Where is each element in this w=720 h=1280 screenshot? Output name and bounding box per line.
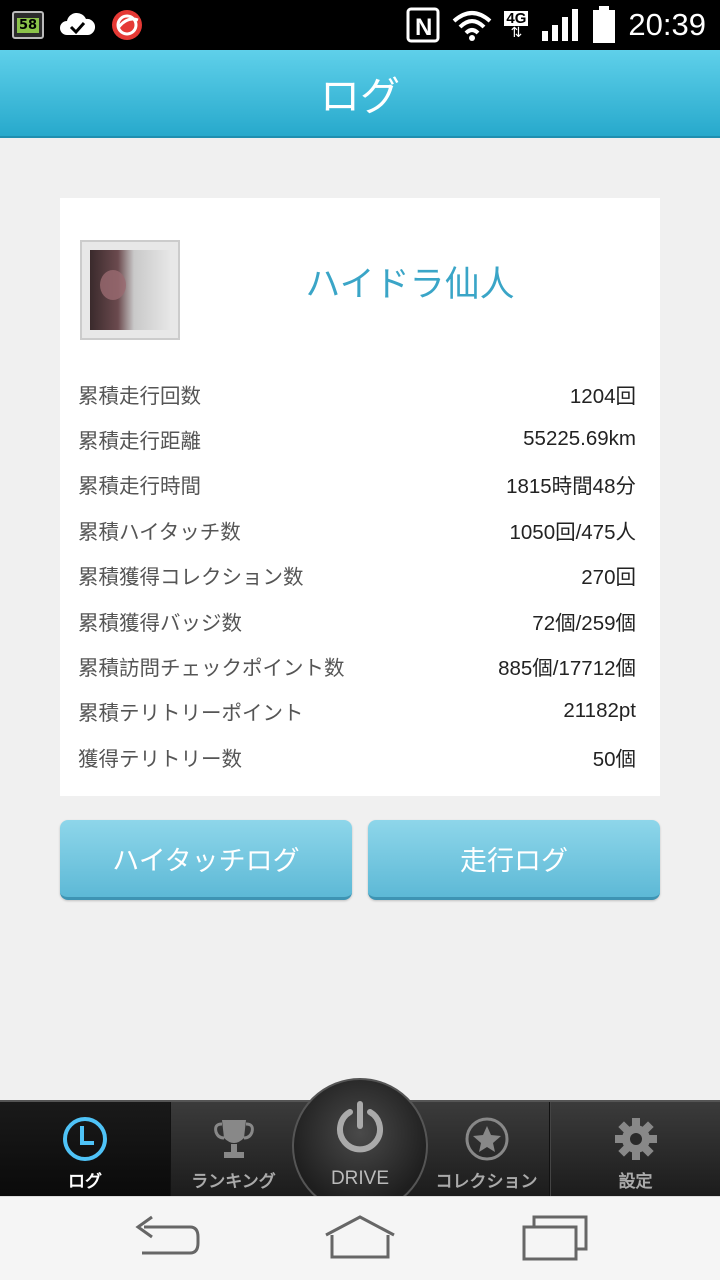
battery-icon <box>593 6 616 43</box>
tab-ranking-label: ランキング <box>191 1172 276 1192</box>
4g-icon: 4G ⇅ <box>504 9 529 41</box>
avatar-image <box>90 250 170 330</box>
stat-row: 累積走行回数 1204回 <box>78 371 636 416</box>
hitouch-log-button[interactable]: ハイタッチログ <box>60 820 352 900</box>
stat-label: 累積テリトリーポイント <box>78 701 304 726</box>
stat-row: 累積訪問チェックポイント数 885個/17712個 <box>78 643 636 688</box>
tab-collection-label: コレクション <box>435 1172 538 1192</box>
tab-log-label: ログ <box>68 1172 102 1192</box>
stat-label: 累積獲得バッジ数 <box>78 610 242 635</box>
app-header: ログ <box>0 50 720 138</box>
drive-button[interactable]: DRIVE <box>292 1078 428 1214</box>
signal-icon <box>542 9 579 41</box>
clock-icon <box>63 1117 107 1161</box>
clock: 20:39 <box>628 7 706 42</box>
cloud-check-icon <box>60 12 96 35</box>
drive-log-button[interactable]: 走行ログ <box>368 820 660 900</box>
stat-value: 1050回/475人 <box>509 520 636 544</box>
stat-label: 累積訪問チェックポイント数 <box>78 656 345 681</box>
recent-apps-icon[interactable] <box>520 1213 590 1263</box>
stat-label: 累積ハイタッチ数 <box>78 519 241 544</box>
tab-settings-label: 設定 <box>618 1172 653 1192</box>
stat-row: 累積ハイタッチ数 1050回/475人 <box>78 507 636 552</box>
stat-value: 1204回 <box>569 384 636 408</box>
gear-icon <box>614 1118 657 1160</box>
nfc-icon: N <box>406 7 440 43</box>
stats-list: 累積走行回数 1204回 累積走行距離 55225.69km 累積走行時間 1815時… <box>78 371 636 780</box>
stat-value: 270回 <box>581 566 636 590</box>
power-icon <box>337 1101 383 1153</box>
tab-collection[interactable]: コレクション <box>424 1102 550 1198</box>
trophy-icon <box>213 1120 254 1158</box>
stat-row: 累積獲得コレクション数 270回 <box>78 553 636 598</box>
trend-micro-icon <box>112 10 142 40</box>
stat-label: 累積走行回数 <box>78 383 201 408</box>
stats-card: ハイドラ仙人 累積走行回数 1204回 累積走行距離 55225.69km 累積走行… <box>60 198 660 796</box>
avatar <box>80 240 180 340</box>
svg-text:N: N <box>415 14 432 41</box>
tab-ranking[interactable]: ランキング <box>170 1102 296 1198</box>
stat-label: 獲得テリトリー数 <box>78 746 242 771</box>
stat-label: 累積走行時間 <box>78 474 201 499</box>
wifi-icon <box>453 11 492 41</box>
stat-value: 72個/259個 <box>532 611 636 635</box>
stat-label: 累積獲得コレクション数 <box>78 565 304 590</box>
stat-label: 累積走行距離 <box>78 429 201 454</box>
stat-value: 50個 <box>592 747 636 771</box>
back-icon[interactable] <box>130 1213 202 1263</box>
status-bar: 58 N 4G ⇅ 20:39 <box>0 0 720 50</box>
stat-row: 累積テリトリーポイント 21182pt <box>78 689 636 734</box>
stat-row: 獲得テリトリー数 50個 <box>78 734 636 779</box>
tab-settings[interactable]: 設定 <box>550 1102 720 1198</box>
tab-log[interactable]: ログ <box>0 1102 170 1198</box>
page-title: ログ <box>320 74 400 120</box>
star-icon <box>465 1117 508 1161</box>
stat-value: 55225.69km <box>523 427 636 451</box>
stat-value: 21182pt <box>563 699 636 723</box>
stat-row: 累積走行時間 1815時間48分 <box>78 462 636 507</box>
username: ハイドラ仙人 <box>305 265 515 305</box>
system-nav-bar <box>0 1196 720 1280</box>
stat-row: 累積走行距離 55225.69km <box>78 416 636 461</box>
drive-label: DRIVE <box>330 1168 390 1189</box>
stat-value: 1815時間48分 <box>506 475 636 499</box>
home-icon[interactable] <box>322 1213 398 1263</box>
badge-58-icon: 58 <box>12 11 44 39</box>
stat-value: 885個/17712個 <box>498 657 636 681</box>
stat-row: 累積獲得バッジ数 72個/259個 <box>78 598 636 643</box>
